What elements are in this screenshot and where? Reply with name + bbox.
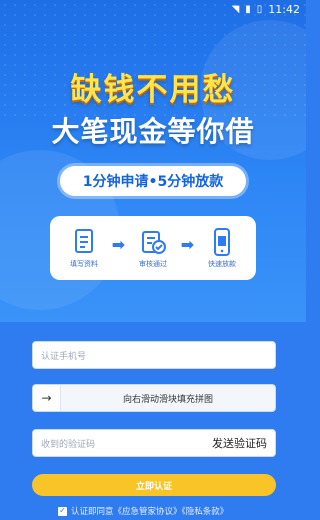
status-bar: ◥ ▮ ▯ 11:42 xyxy=(0,0,306,18)
step-label: 快速放款 xyxy=(208,260,236,268)
status-time: 11:42 xyxy=(268,2,300,16)
step-label: 填写资料 xyxy=(70,260,98,268)
agreement-text[interactable]: 认证即同意《应急管家协议》《隐私条款》 xyxy=(71,505,228,517)
verification-code-input[interactable]: 收到的验证码 发送验证码 xyxy=(32,429,276,457)
agreement-checkbox[interactable]: ✓ xyxy=(58,506,67,516)
form-document-icon xyxy=(75,229,93,253)
send-code-button[interactable]: 发送验证码 xyxy=(212,435,267,451)
arrow-right-icon: ➡ xyxy=(111,234,126,254)
agreement-row: ✓ 认证即同意《应急管家协议》《隐私条款》 xyxy=(58,505,228,517)
step-fast-loan: 快速放款 xyxy=(200,227,244,269)
auth-form: 认证手机号 → 向右滑动滑块填充拼图 收到的验证码 发送验证码 立即认证 ✓ 认… xyxy=(0,322,306,520)
submit-button[interactable]: 立即认证 xyxy=(32,474,276,496)
phone-money-icon xyxy=(214,228,230,256)
wifi-icon: ◥ xyxy=(231,3,240,15)
subheadline: 大笔现金等你借 xyxy=(51,115,255,148)
hero-banner: 缺钱不用愁 大笔现金等你借 1分钟申请•5分钟放款 填写资料 ➡ 审核通过 ➡ xyxy=(0,0,306,322)
slider-handle[interactable]: → xyxy=(33,385,61,411)
approval-check-icon xyxy=(142,231,166,254)
slider-captcha[interactable]: → 向右滑动滑块填充拼图 xyxy=(32,384,276,412)
step-approved: 审核通过 xyxy=(131,227,175,269)
arrow-right-icon: ➡ xyxy=(180,234,195,254)
signal-icon: ▮ xyxy=(245,3,251,15)
headline: 缺钱不用愁 xyxy=(70,72,236,108)
code-placeholder: 收到的验证码 xyxy=(41,439,96,450)
step-fill-info: 填写资料 xyxy=(62,227,106,269)
slider-hint: 向右滑动滑块填充拼图 xyxy=(122,394,213,405)
promo-pill: 1分钟申请•5分钟放款 xyxy=(60,166,246,196)
phone-input[interactable]: 认证手机号 xyxy=(32,341,276,369)
process-steps-card: 填写资料 ➡ 审核通过 ➡ 快速放款 xyxy=(50,216,256,280)
battery-icon: ▯ xyxy=(256,3,263,15)
step-label: 审核通过 xyxy=(139,260,167,268)
